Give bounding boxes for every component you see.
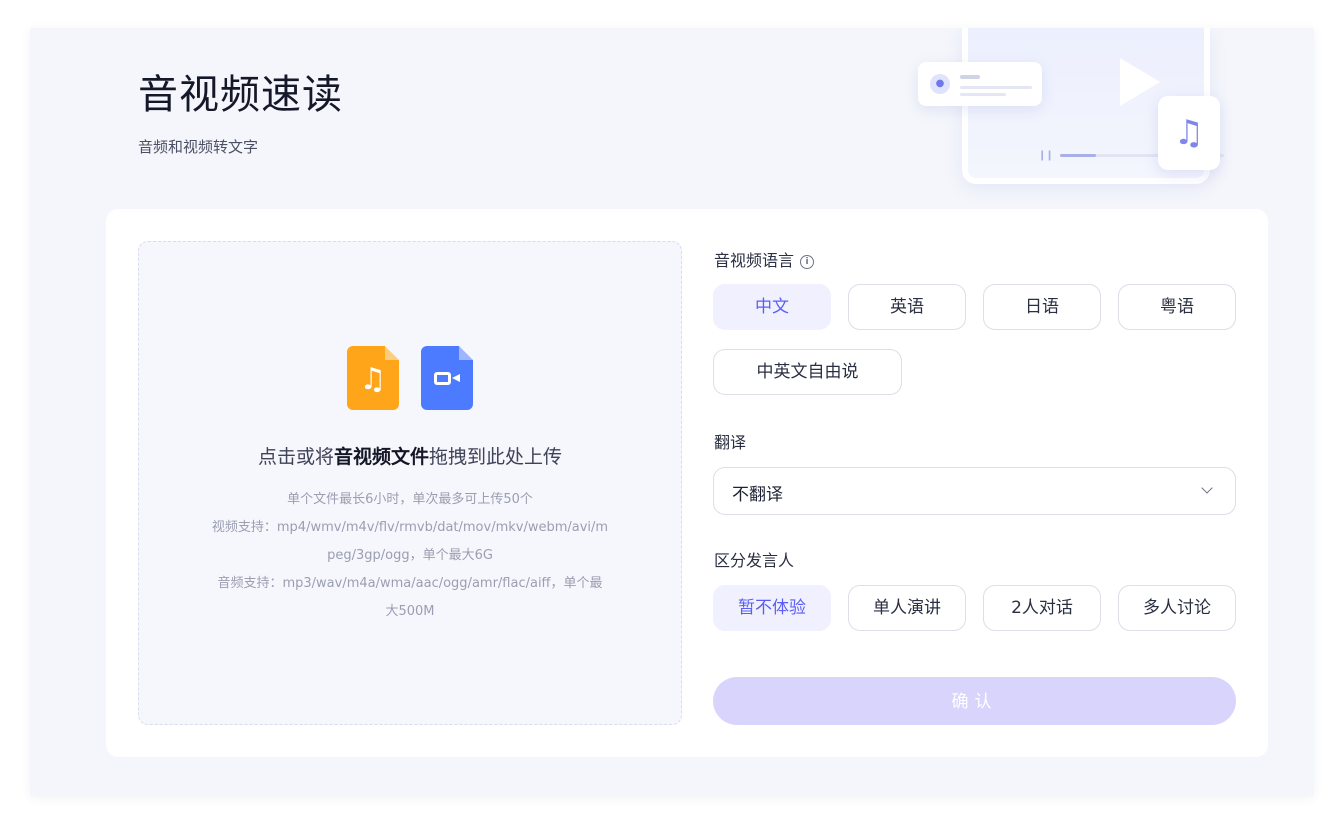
upload-note: 大500M bbox=[385, 604, 435, 619]
audio-file-icon: ♫ bbox=[347, 346, 399, 410]
video-camera-icon bbox=[434, 372, 451, 385]
speaker-label bbox=[960, 75, 980, 79]
translate-select-value: 不翻译 bbox=[732, 485, 783, 505]
upload-card: ♫ 点击或将音视频文件拖拽到此处上传 单个文件最长6小时，单次最多可上传50个 … bbox=[106, 209, 1268, 757]
speaker-option-single[interactable]: 单人演讲 bbox=[848, 585, 966, 631]
language-section-label: 音视频语言 i bbox=[714, 247, 815, 271]
upload-dropzone[interactable]: ♫ 点击或将音视频文件拖拽到此处上传 单个文件最长6小时，单次最多可上传50个 … bbox=[138, 241, 682, 725]
pause-icon: ❙❙ bbox=[1038, 150, 1054, 161]
language-option-english[interactable]: 英语 bbox=[848, 284, 966, 330]
upload-note: peg/3gp/ogg，单个最大6G bbox=[327, 548, 493, 563]
upload-title-bold: 音视频文件 bbox=[333, 446, 429, 468]
illustration-text-line bbox=[960, 86, 1032, 89]
video-camera-lens bbox=[452, 374, 460, 382]
language-option-japanese[interactable]: 日语 bbox=[983, 284, 1101, 330]
language-option-chinese[interactable]: 中文 bbox=[713, 284, 831, 330]
speaker-label: 区分发言人 bbox=[714, 551, 795, 570]
file-fold bbox=[385, 346, 399, 360]
upload-title-suffix: 拖拽到此处上传 bbox=[429, 446, 563, 468]
user-icon: ● bbox=[930, 74, 950, 94]
translate-label: 翻译 bbox=[714, 433, 747, 452]
language-option-cantonese[interactable]: 粤语 bbox=[1118, 284, 1236, 330]
illustration-text-line bbox=[960, 93, 1006, 96]
translate-select[interactable]: 不翻译 bbox=[713, 467, 1236, 515]
chevron-down-icon bbox=[1201, 482, 1213, 494]
header-illustration: ❙❙ ● ♫ bbox=[910, 28, 1230, 188]
speaker-option-none[interactable]: 暂不体验 bbox=[713, 585, 831, 631]
language-option-mixed[interactable]: 中英文自由说 bbox=[713, 349, 902, 395]
page-title: 音视频速读 bbox=[138, 72, 343, 118]
music-note-card: ♫ bbox=[1158, 96, 1220, 170]
confirm-button[interactable]: 确认 bbox=[713, 677, 1236, 725]
video-file-icon bbox=[421, 346, 473, 410]
speaker-option-dialog[interactable]: 2人对话 bbox=[983, 585, 1101, 631]
language-label: 音视频语言 bbox=[714, 251, 795, 270]
page-subtitle: 音频和视频转文字 bbox=[138, 138, 259, 156]
upload-note: 视频支持：mp4/wmv/m4v/flv/rmvb/dat/mov/mkv/we… bbox=[211, 520, 609, 535]
upload-title-prefix: 点击或将 bbox=[257, 446, 334, 468]
illustration-speaker-card: ● bbox=[918, 62, 1042, 106]
file-fold bbox=[459, 346, 473, 360]
play-icon bbox=[1120, 58, 1160, 106]
upload-note: 单个文件最长6小时，单次最多可上传50个 bbox=[287, 492, 533, 507]
music-note-icon: ♫ bbox=[1173, 113, 1205, 153]
upload-title: 点击或将音视频文件拖拽到此处上传 bbox=[139, 442, 681, 469]
upload-note: 音频支持：mp3/wav/m4a/wma/aac/ogg/amr/flac/ai… bbox=[217, 576, 603, 591]
illustration-progress-bar bbox=[1060, 154, 1097, 157]
speaker-option-discussion[interactable]: 多人讨论 bbox=[1118, 585, 1236, 631]
music-note-icon: ♫ bbox=[359, 362, 387, 397]
main-panel: 音视频速读 音频和视频转文字 ❙❙ ● ♫ ♫ 点击或将音视频文件拖拽到此处上传… bbox=[30, 28, 1314, 796]
info-icon[interactable]: i bbox=[800, 255, 815, 269]
